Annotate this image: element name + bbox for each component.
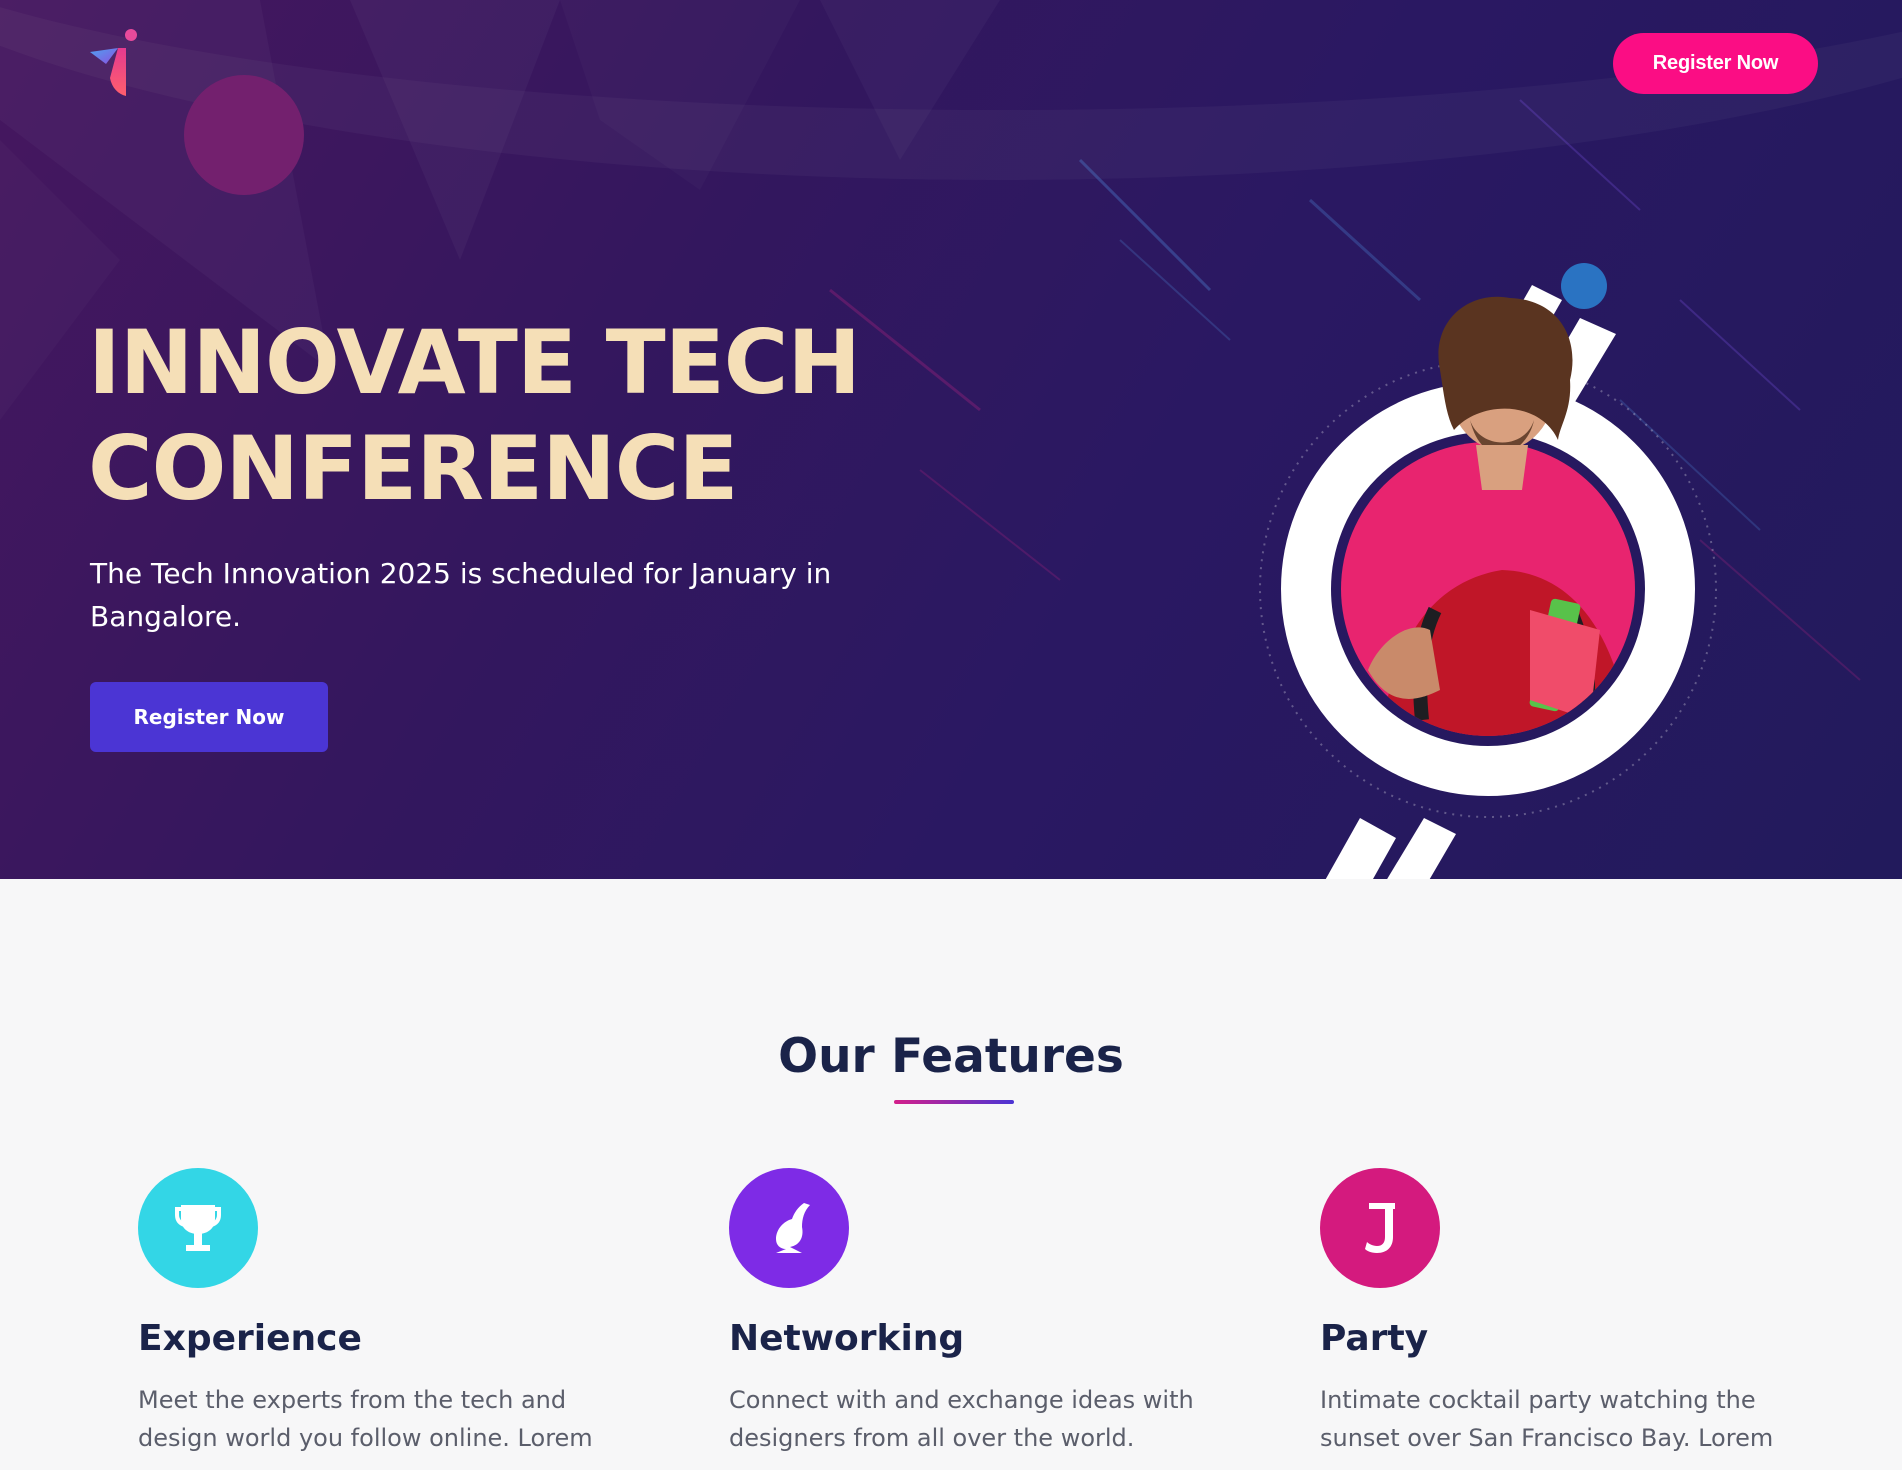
feature-card-party: Party Intimate cocktail party watching t…: [1320, 1168, 1840, 1457]
feature-icon-circle: [138, 1168, 258, 1288]
feature-card-networking: Networking Connect with and exchange ide…: [729, 1168, 1249, 1457]
letter-j-icon: [1365, 1203, 1395, 1253]
decorative-circle: [184, 75, 304, 195]
feature-title: Networking: [729, 1318, 965, 1359]
feature-card-experience: Experience Meet the experts from the tec…: [138, 1168, 658, 1457]
features-section: Our Features Experience Meet the experts…: [0, 879, 1902, 1470]
hero-title-line2: CONFERENCE: [88, 417, 738, 520]
trophy-icon: [175, 1205, 221, 1251]
feature-description: Connect with and exchange ideas with des…: [729, 1386, 1194, 1452]
bird-icon: [776, 1203, 810, 1253]
hero-title: INNOVATE TECH CONFERENCE: [88, 310, 1008, 522]
hero-section: Register Now INNOVATE TECH CONFERENCE Th…: [0, 0, 1902, 879]
header-register-button[interactable]: Register Now: [1613, 33, 1818, 94]
brand-logo[interactable]: [88, 28, 140, 98]
hero-subtitle: The Tech Innovation 2025 is scheduled fo…: [90, 557, 832, 633]
hero-register-button[interactable]: Register Now: [90, 682, 328, 752]
feature-description: Intimate cocktail party watching the sun…: [1320, 1386, 1774, 1452]
feature-title: Party: [1320, 1318, 1429, 1359]
feature-icon-circle: [729, 1168, 849, 1288]
features-underline: [894, 1100, 1014, 1104]
feature-description: Meet the experts from the tech and desig…: [138, 1386, 593, 1452]
feature-icon-circle: [1320, 1168, 1440, 1288]
hero-title-line1: INNOVATE TECH: [88, 311, 861, 414]
feature-title: Experience: [138, 1318, 362, 1359]
features-title: Our Features: [778, 1029, 1124, 1084]
hero-illustration: [1259, 263, 1717, 879]
